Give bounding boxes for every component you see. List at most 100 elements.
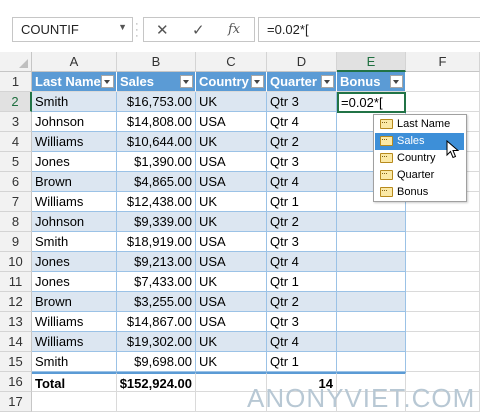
total-sales[interactable]: $152,924.00	[117, 372, 196, 392]
table-cell[interactable]: Williams	[32, 312, 117, 332]
row-header-2[interactable]: 2	[0, 92, 32, 112]
table-cell[interactable]: UK	[196, 272, 267, 292]
row-header-11[interactable]: 11	[0, 272, 32, 292]
table-header-sales[interactable]: Sales	[117, 72, 196, 92]
row-header-5[interactable]: 5	[0, 152, 32, 172]
table-cell[interactable]: Qtr 3	[267, 92, 337, 112]
empty-cell[interactable]	[406, 92, 480, 112]
name-box-dropdown-icon[interactable]: ▼	[118, 22, 127, 32]
table-cell[interactable]: USA	[196, 172, 267, 192]
row-header-6[interactable]: 6	[0, 172, 32, 192]
column-header-d[interactable]: D	[267, 52, 337, 72]
row-header-1[interactable]: 1	[0, 72, 32, 92]
table-cell[interactable]: $16,753.00	[117, 92, 196, 112]
table-cell[interactable]: USA	[196, 232, 267, 252]
table-cell[interactable]: Johnson	[32, 212, 117, 232]
row-header-8[interactable]: 8	[0, 212, 32, 232]
table-cell[interactable]: Qtr 4	[267, 252, 337, 272]
row-header-12[interactable]: 12	[0, 292, 32, 312]
row-header-10[interactable]: 10	[0, 252, 32, 272]
column-header-c[interactable]: C	[196, 52, 267, 72]
table-cell[interactable]: UK	[196, 352, 267, 372]
column-header-e[interactable]: E	[337, 52, 406, 72]
table-cell[interactable]: Brown	[32, 292, 117, 312]
row-header-4[interactable]: 4	[0, 132, 32, 152]
table-cell[interactable]: $9,213.00	[117, 252, 196, 272]
table-cell[interactable]: Smith	[32, 352, 117, 372]
table-header-bonus[interactable]: Bonus	[337, 72, 406, 92]
enter-icon[interactable]: ✓	[192, 21, 205, 39]
bonus-cell[interactable]	[337, 332, 406, 352]
row-header-3[interactable]: 3	[0, 112, 32, 132]
empty-cell[interactable]	[406, 332, 480, 352]
empty-cell[interactable]	[406, 272, 480, 292]
total-label[interactable]: Total	[32, 372, 117, 392]
table-cell[interactable]: USA	[196, 292, 267, 312]
table-header-country[interactable]: Country	[196, 72, 267, 92]
table-cell[interactable]: USA	[196, 112, 267, 132]
table-cell[interactable]: Qtr 4	[267, 112, 337, 132]
table-cell[interactable]: $1,390.00	[117, 152, 196, 172]
table-cell[interactable]: $9,339.00	[117, 212, 196, 232]
table-cell[interactable]: USA	[196, 312, 267, 332]
table-cell[interactable]: Jones	[32, 152, 117, 172]
filter-dropdown-icon[interactable]	[390, 75, 403, 88]
name-box[interactable]: COUNTIF ▼	[12, 17, 133, 42]
table-cell[interactable]: Williams	[32, 132, 117, 152]
table-cell[interactable]: UK	[196, 192, 267, 212]
table-cell[interactable]: Johnson	[32, 112, 117, 132]
table-cell[interactable]: $14,808.00	[117, 112, 196, 132]
table-cell[interactable]: $9,698.00	[117, 352, 196, 372]
table-cell[interactable]: Qtr 2	[267, 212, 337, 232]
empty-cell[interactable]	[32, 392, 117, 412]
empty-cell[interactable]	[406, 352, 480, 372]
table-cell[interactable]: Jones	[32, 272, 117, 292]
table-cell[interactable]: $10,644.00	[117, 132, 196, 152]
filter-dropdown-icon[interactable]	[321, 75, 334, 88]
filter-dropdown-icon[interactable]	[101, 75, 114, 88]
bonus-cell[interactable]	[337, 292, 406, 312]
autocomplete-item-last-name[interactable]: Last Name	[375, 114, 464, 133]
table-cell[interactable]: Brown	[32, 172, 117, 192]
cancel-icon[interactable]: ✕	[156, 21, 169, 39]
bonus-cell[interactable]	[337, 352, 406, 372]
table-cell[interactable]: $14,867.00	[117, 312, 196, 332]
formula-input[interactable]: =0.02*[	[258, 17, 480, 42]
column-header-b[interactable]: B	[117, 52, 196, 72]
table-cell[interactable]: UK	[196, 332, 267, 352]
table-cell[interactable]: $12,438.00	[117, 192, 196, 212]
empty-cell[interactable]	[406, 232, 480, 252]
bonus-cell[interactable]	[337, 232, 406, 252]
select-all-corner[interactable]	[0, 52, 32, 72]
table-cell[interactable]: Qtr 4	[267, 332, 337, 352]
row-header-14[interactable]: 14	[0, 332, 32, 352]
column-header-a[interactable]: A	[32, 52, 117, 72]
column-header-f[interactable]: F	[406, 52, 480, 72]
table-cell[interactable]: UK	[196, 212, 267, 232]
row-header-13[interactable]: 13	[0, 312, 32, 332]
table-cell[interactable]: $4,865.00	[117, 172, 196, 192]
row-header-15[interactable]: 15	[0, 352, 32, 372]
table-cell[interactable]: Qtr 3	[267, 312, 337, 332]
filter-dropdown-icon[interactable]	[251, 75, 264, 88]
empty-cell[interactable]	[406, 292, 480, 312]
active-cell-e2[interactable]: =0.02*[	[337, 92, 406, 113]
table-cell[interactable]: UK	[196, 92, 267, 112]
row-header-7[interactable]: 7	[0, 192, 32, 212]
table-cell[interactable]: Qtr 2	[267, 132, 337, 152]
table-cell[interactable]: $3,255.00	[117, 292, 196, 312]
table-cell[interactable]: Williams	[32, 332, 117, 352]
empty-cell[interactable]	[406, 312, 480, 332]
table-cell[interactable]: Williams	[32, 192, 117, 212]
table-cell[interactable]: $18,919.00	[117, 232, 196, 252]
table-cell[interactable]: Smith	[32, 92, 117, 112]
table-cell[interactable]: Qtr 3	[267, 152, 337, 172]
autocomplete-item-bonus[interactable]: Bonus	[375, 182, 464, 201]
table-cell[interactable]: $7,433.00	[117, 272, 196, 292]
insert-function-icon[interactable]: fx	[228, 22, 240, 37]
table-cell[interactable]: Jones	[32, 252, 117, 272]
bonus-cell[interactable]	[337, 252, 406, 272]
bonus-cell[interactable]	[337, 312, 406, 332]
table-cell[interactable]: Qtr 1	[267, 192, 337, 212]
table-header-quarter[interactable]: Quarter	[267, 72, 337, 92]
